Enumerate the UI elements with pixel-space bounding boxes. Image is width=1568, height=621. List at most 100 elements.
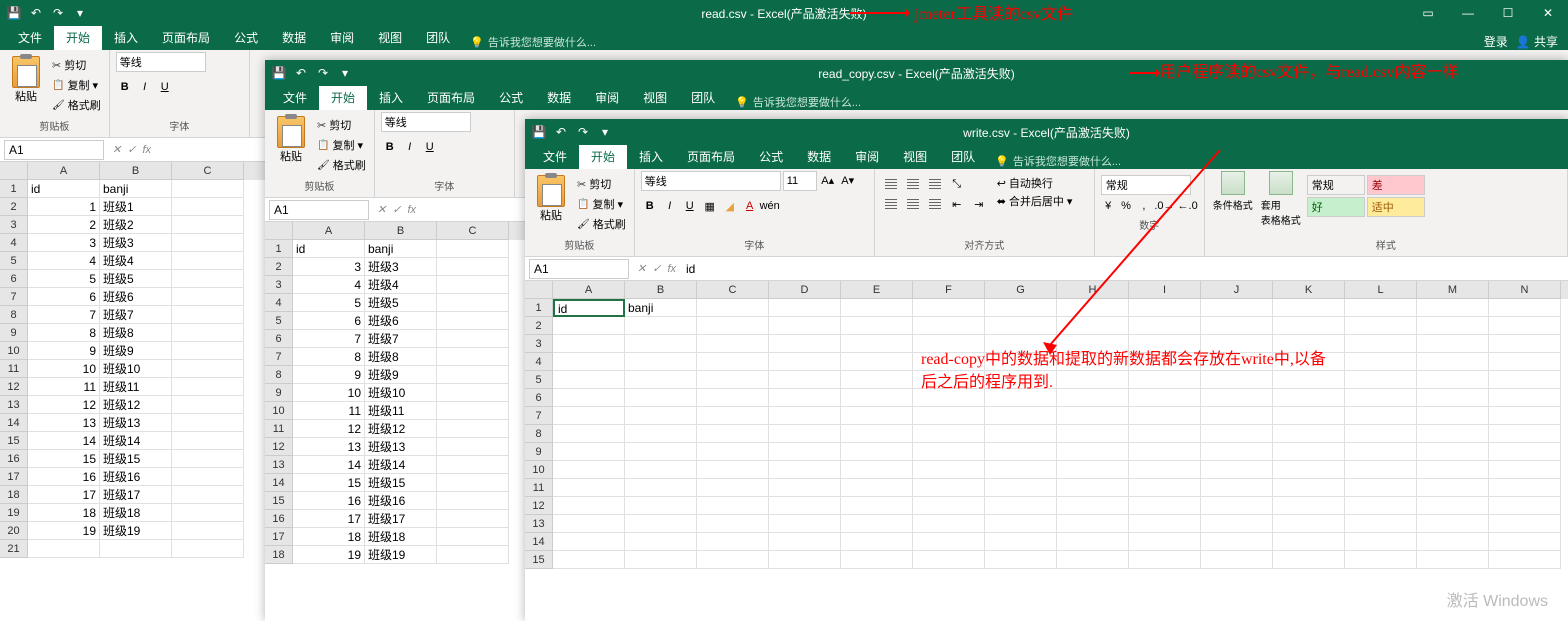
cell[interactable]: 12 <box>293 420 365 438</box>
cell[interactable] <box>769 425 841 443</box>
cell[interactable] <box>172 324 244 342</box>
col-header[interactable]: A <box>28 162 100 180</box>
cell[interactable]: 10 <box>293 384 365 402</box>
cell[interactable] <box>913 551 985 569</box>
cell[interactable]: 班级17 <box>100 486 172 504</box>
cell[interactable] <box>1129 479 1201 497</box>
cell[interactable] <box>1345 425 1417 443</box>
row-header[interactable]: 3 <box>0 216 28 234</box>
cell[interactable] <box>841 551 913 569</box>
cell[interactable] <box>1417 533 1489 551</box>
cell[interactable]: id <box>293 240 365 258</box>
cell[interactable] <box>985 533 1057 551</box>
font-name-select[interactable] <box>381 112 471 132</box>
tab-layout[interactable]: 页面布局 <box>415 85 487 110</box>
cell[interactable] <box>625 479 697 497</box>
row-header[interactable]: 16 <box>265 510 293 528</box>
cell[interactable] <box>625 461 697 479</box>
cell[interactable] <box>1057 425 1129 443</box>
cell[interactable] <box>1057 533 1129 551</box>
cell[interactable] <box>985 443 1057 461</box>
tab-data[interactable]: 数据 <box>795 144 843 169</box>
cell[interactable]: 班级5 <box>365 294 437 312</box>
cell[interactable] <box>1417 551 1489 569</box>
cell[interactable] <box>1345 461 1417 479</box>
cell[interactable] <box>841 479 913 497</box>
row-header[interactable]: 11 <box>265 420 293 438</box>
col-header[interactable]: A <box>553 281 625 299</box>
row-header[interactable]: 16 <box>0 450 28 468</box>
cell[interactable] <box>625 533 697 551</box>
row-header[interactable]: 18 <box>0 486 28 504</box>
cell[interactable] <box>437 258 509 276</box>
cell[interactable] <box>697 497 769 515</box>
row-header[interactable]: 15 <box>525 551 553 569</box>
cell[interactable]: 班级19 <box>100 522 172 540</box>
table-format-button[interactable]: 套用 表格格式 <box>1259 171 1303 235</box>
cell[interactable] <box>172 234 244 252</box>
row-header[interactable]: 8 <box>525 425 553 443</box>
cell[interactable]: 班级13 <box>100 414 172 432</box>
cell[interactable] <box>1345 443 1417 461</box>
cell[interactable] <box>841 317 913 335</box>
cell[interactable]: 班级19 <box>365 546 437 564</box>
cell[interactable]: 14 <box>28 432 100 450</box>
decrease-font-icon[interactable]: A▾ <box>839 171 857 189</box>
cell[interactable]: 班级9 <box>365 366 437 384</box>
row-header[interactable]: 14 <box>0 414 28 432</box>
cell[interactable]: 班级16 <box>365 492 437 510</box>
style-good[interactable]: 好 <box>1307 197 1365 217</box>
cell[interactable] <box>841 443 913 461</box>
share-button[interactable]: 👤 共享 <box>1516 33 1558 50</box>
cell[interactable] <box>625 515 697 533</box>
select-all-corner[interactable] <box>0 162 28 180</box>
cell[interactable] <box>1129 551 1201 569</box>
cell[interactable] <box>1273 515 1345 533</box>
tab-view[interactable]: 视图 <box>631 85 679 110</box>
cell[interactable] <box>1345 335 1417 353</box>
col-header[interactable]: C <box>697 281 769 299</box>
cell[interactable]: 班级3 <box>365 258 437 276</box>
cell[interactable] <box>1129 407 1201 425</box>
cell[interactable] <box>1273 497 1345 515</box>
cell[interactable] <box>841 335 913 353</box>
row-header[interactable]: 1 <box>0 180 28 198</box>
cell[interactable] <box>1489 317 1561 335</box>
cell[interactable]: 11 <box>28 378 100 396</box>
cell[interactable] <box>1417 461 1489 479</box>
cell[interactable] <box>172 198 244 216</box>
name-box[interactable] <box>269 200 369 220</box>
cell[interactable] <box>172 450 244 468</box>
cell[interactable] <box>1417 497 1489 515</box>
border-button[interactable]: ▦ <box>701 197 719 215</box>
row-header[interactable]: 19 <box>0 504 28 522</box>
cell[interactable]: 7 <box>293 330 365 348</box>
cell[interactable]: 16 <box>28 468 100 486</box>
cell[interactable] <box>553 407 625 425</box>
row-header[interactable]: 13 <box>0 396 28 414</box>
underline-button[interactable]: U <box>681 197 699 215</box>
row-header[interactable]: 12 <box>265 438 293 456</box>
row-header[interactable]: 13 <box>265 456 293 474</box>
cell[interactable]: banji <box>100 180 172 198</box>
tab-view[interactable]: 视图 <box>891 144 939 169</box>
cell[interactable] <box>1201 425 1273 443</box>
cell[interactable] <box>1057 497 1129 515</box>
row-header[interactable]: 4 <box>265 294 293 312</box>
cell[interactable] <box>697 353 769 371</box>
cell[interactable] <box>769 533 841 551</box>
tab-insert[interactable]: 插入 <box>367 85 415 110</box>
cell[interactable] <box>625 317 697 335</box>
cell[interactable]: id <box>28 180 100 198</box>
fx-icon[interactable]: fx <box>142 144 151 156</box>
cell[interactable] <box>553 443 625 461</box>
row-header[interactable]: 20 <box>0 522 28 540</box>
cell[interactable] <box>625 389 697 407</box>
tab-review[interactable]: 审阅 <box>318 25 366 50</box>
cell[interactable] <box>913 443 985 461</box>
cell[interactable] <box>437 438 509 456</box>
login-link[interactable]: 登录 <box>1484 33 1508 50</box>
cell[interactable]: 2 <box>28 216 100 234</box>
cell[interactable] <box>437 330 509 348</box>
cell[interactable] <box>172 378 244 396</box>
